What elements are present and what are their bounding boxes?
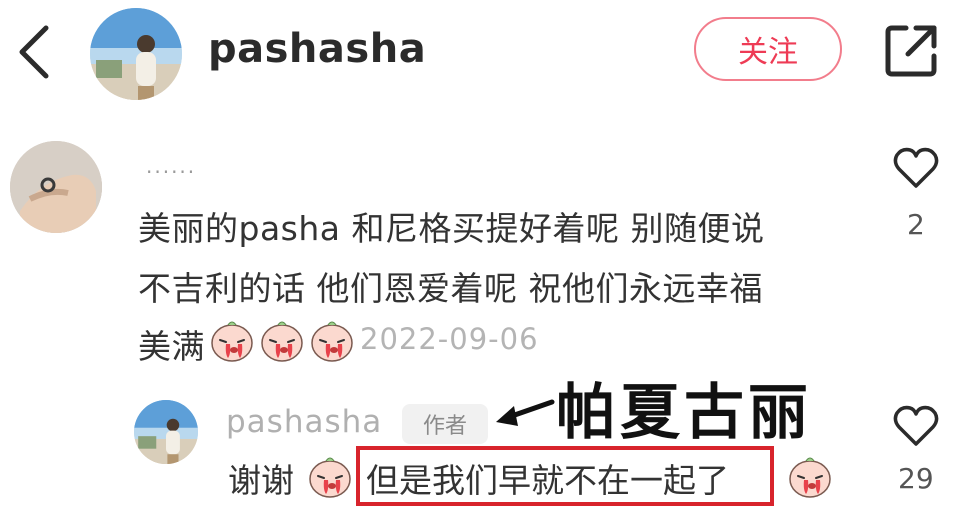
author-badge: 作者 (402, 404, 488, 444)
comment-text-line-3: 美满 (138, 327, 205, 366)
crying-emoji-icon (311, 321, 353, 362)
reply-username[interactable]: pashasha (226, 404, 382, 440)
author-avatar[interactable] (90, 8, 182, 100)
reply-text-thanks: 谢谢 (228, 461, 294, 500)
emoji-group (208, 316, 356, 364)
heart-icon[interactable] (893, 146, 939, 190)
crying-emoji-icon (211, 321, 253, 362)
follow-button[interactable]: 关注 (694, 17, 842, 81)
comment-like-count: 2 (907, 208, 925, 241)
comment-text-line-2: 不吉利的话 他们恩爱着呢 祝他们永远幸福 (138, 269, 763, 308)
reply-avatar[interactable] (134, 400, 198, 464)
annotation-label: 帕夏古丽 (556, 378, 812, 448)
crying-emoji-icon (309, 457, 351, 498)
crying-emoji-icon (261, 321, 303, 362)
share-icon[interactable] (882, 22, 940, 80)
reply-text-highlighted: 但是我们早就不在一起了 (366, 461, 729, 500)
crying-emoji-icon (789, 457, 831, 498)
comment-date: 2022-09-06 (360, 322, 539, 356)
commenter-avatar[interactable] (10, 141, 102, 233)
heart-icon[interactable] (893, 404, 939, 448)
back-arrow-icon[interactable] (14, 24, 54, 80)
reply-like-count: 29 (898, 462, 934, 495)
comment-text-line-1: 美丽的pasha 和尼格买提好着呢 别随便说 (138, 209, 765, 248)
author-username[interactable]: pashasha (208, 26, 426, 72)
commenter-username[interactable]: ······ (146, 160, 196, 184)
